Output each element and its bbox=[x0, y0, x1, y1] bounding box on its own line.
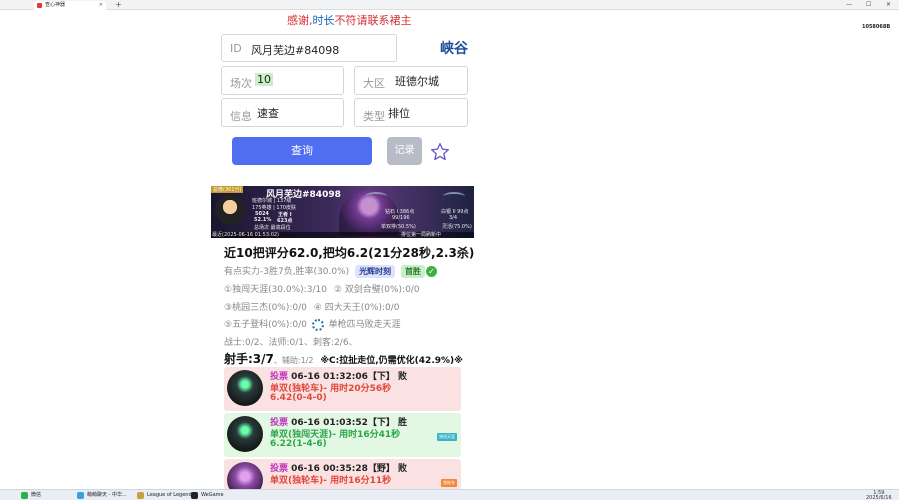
stat-line-3: ⑤五子登科(0%):0/0 单枪匹马败走天涯 bbox=[224, 317, 401, 331]
match-row[interactable]: 投票 06-16 01:03:52【下】 胜 单双(独闯天涯)- 用时16分41… bbox=[224, 413, 461, 457]
wechat-icon bbox=[21, 492, 28, 499]
server-level: 班德尔城 | 137级 bbox=[252, 198, 292, 204]
role-sub: 、辅助:1/2 bbox=[273, 356, 314, 365]
match-row[interactable]: 投票 06-16 00:35:28【野】 败 单双(独轮车)- 用时16分11秒… bbox=[224, 459, 461, 498]
id-field[interactable]: ID 风月芜边#84098 bbox=[221, 34, 397, 62]
notice-text: 感谢,时长不符请联系裙主 bbox=[287, 14, 412, 27]
site-favicon-icon bbox=[37, 3, 42, 8]
stat-solo: ①独闯天涯(30.0%):3/10 bbox=[224, 285, 327, 295]
id-value[interactable]: 风月芜边#84098 bbox=[251, 42, 339, 58]
query-button[interactable]: 查询 bbox=[232, 137, 372, 165]
match-tag: 独闯天涯 bbox=[437, 433, 457, 441]
match-mode: 单双(独轮车)- 用时16分11秒 bbox=[270, 476, 392, 486]
corner-tag: 1058068B bbox=[862, 24, 891, 30]
browser-tab-bar: 查心神器 × + — ☐ ✕ bbox=[0, 0, 899, 10]
lone-wolf-icon bbox=[311, 318, 324, 331]
check-icon: ✓ bbox=[425, 266, 437, 277]
summary-headline: 近10把评分62.0,把均6.2(21分28秒,2.3杀) bbox=[224, 246, 475, 260]
solo-rank-crest-icon bbox=[365, 192, 387, 201]
stat-line-2: ③桃园三杰(0%):0/0 ④ 四大天王(0%):0/0 bbox=[224, 300, 400, 313]
heroes-skins: 175英雄 | 170皮肤 bbox=[252, 205, 296, 211]
taskbar-lol[interactable]: League of Legends bbox=[136, 491, 194, 500]
type-label: 类型 bbox=[363, 110, 385, 123]
match-row[interactable]: 投票 06-16 01:32:06【下】 败 单双(独轮车)- 用时20分56秒… bbox=[224, 367, 461, 411]
browser-icon bbox=[77, 492, 84, 499]
stat-five: ⑤五子登科(0%):0/0 bbox=[224, 320, 307, 330]
info-field[interactable]: 信息 速查 bbox=[221, 98, 344, 127]
solo-record: 99/196 bbox=[392, 215, 410, 221]
match-score: 6.42(0-4-0) bbox=[270, 393, 327, 403]
highlight-badge[interactable]: 光辉时刻 bbox=[355, 265, 396, 278]
matches-label: 场次 bbox=[230, 77, 252, 90]
match-tag: 独轮车 bbox=[441, 479, 457, 487]
rank-tag: 总榜(301分) bbox=[211, 186, 244, 193]
strength-text: 有点实力-3胜7负,胜率(30.0%) bbox=[224, 267, 350, 277]
total-line: 总场次 最高段位 bbox=[254, 225, 291, 231]
class-line: 战士:0/2、法师:0/1、刺客:2/6、 bbox=[224, 338, 358, 348]
role-note: ※C:拉扯走位,仍需优化(42.9%)※ bbox=[320, 356, 463, 366]
info-value[interactable]: 速查 bbox=[257, 105, 279, 121]
maximize-button[interactable]: ☐ bbox=[866, 0, 871, 9]
rate-b: 623点 bbox=[277, 218, 293, 224]
info-label: 信息 bbox=[230, 110, 252, 123]
server-label: 大区 bbox=[363, 77, 385, 90]
flex-rate: 灵活(75.0%) bbox=[442, 224, 472, 230]
matches-field[interactable]: 场次 10 bbox=[221, 66, 344, 95]
strength-line: 有点实力-3胜7负,胜率(30.0%) 光辉时刻 首胜 ✓ bbox=[224, 264, 437, 278]
close-window-button[interactable]: ✕ bbox=[886, 0, 891, 9]
region-title: 峡谷 bbox=[440, 41, 468, 57]
tab-title: 查心神器 bbox=[45, 2, 66, 8]
minimize-button[interactable]: — bbox=[846, 0, 852, 9]
server-value[interactable]: 班德尔城 bbox=[395, 73, 439, 89]
lol-icon bbox=[137, 492, 144, 499]
first-win-badge: 首胜 bbox=[400, 265, 425, 278]
matches-value[interactable]: 10 bbox=[255, 73, 273, 86]
stat-quad: ④ 四大天王(0%):0/0 bbox=[313, 303, 400, 313]
type-field[interactable]: 类型 排位 bbox=[354, 98, 468, 127]
server-field[interactable]: 大区 班德尔城 bbox=[354, 66, 468, 95]
stat-duo: ② 双剑合璧(0%):0/0 bbox=[333, 285, 420, 295]
taskbar: 微信 萌萌聊天 - 中华... League of Legends WeGame… bbox=[0, 489, 899, 501]
type-value[interactable]: 排位 bbox=[388, 105, 410, 121]
role-main: 射手:3/7 bbox=[224, 352, 274, 366]
player-banner: 总榜(301分) 风月芜边#84098 班德尔城 | 137级 175英雄 | … bbox=[211, 186, 474, 238]
champion-avatar bbox=[227, 370, 263, 406]
taskbar-browser[interactable]: 萌萌聊天 - 中华... bbox=[76, 491, 127, 500]
record-button[interactable]: 记录 bbox=[387, 137, 422, 165]
solo-stats: 钻石 I 386点 bbox=[385, 209, 415, 215]
champion-avatar bbox=[227, 416, 263, 452]
role-line: 射手:3/7、辅助:1/2 ※C:拉扯走位,仍需优化(42.9%)※ bbox=[224, 350, 463, 367]
tab-close-icon[interactable]: × bbox=[99, 1, 103, 10]
banner-footer-text: 排位第一局刷新中 bbox=[401, 232, 442, 238]
stat-trio: ③桃园三杰(0%):0/0 bbox=[224, 303, 307, 313]
flex-record: 3/4 bbox=[449, 215, 458, 221]
player-avatar bbox=[215, 195, 245, 225]
solo-rate: 单双排(50.5%) bbox=[381, 224, 416, 230]
match-score: 6.22(1-4-6) bbox=[270, 439, 327, 449]
flex-rank-crest-icon bbox=[443, 192, 465, 201]
stat-lone: 单枪匹马败走天涯 bbox=[328, 320, 401, 330]
clock-date: 2025/6/16 bbox=[866, 495, 892, 501]
flex-rank: 白银 II 99点 bbox=[441, 209, 469, 215]
new-tab-button[interactable]: + bbox=[115, 0, 122, 9]
id-label: ID bbox=[230, 42, 242, 55]
rate-a: 52.1% bbox=[254, 217, 272, 223]
wegame-icon bbox=[191, 492, 198, 499]
favorite-star-icon[interactable] bbox=[430, 142, 450, 162]
taskbar-wechat[interactable]: 微信 bbox=[20, 491, 41, 500]
taskbar-wegame[interactable]: WeGame bbox=[190, 491, 224, 500]
browser-tab[interactable]: 查心神器 × bbox=[34, 1, 106, 10]
updated-time: 最近(2025-06-16 01:53:02) bbox=[212, 232, 280, 238]
stat-line-1: ①独闯天涯(30.0%):3/10 ② 双剑合璧(0%):0/0 bbox=[224, 282, 420, 295]
